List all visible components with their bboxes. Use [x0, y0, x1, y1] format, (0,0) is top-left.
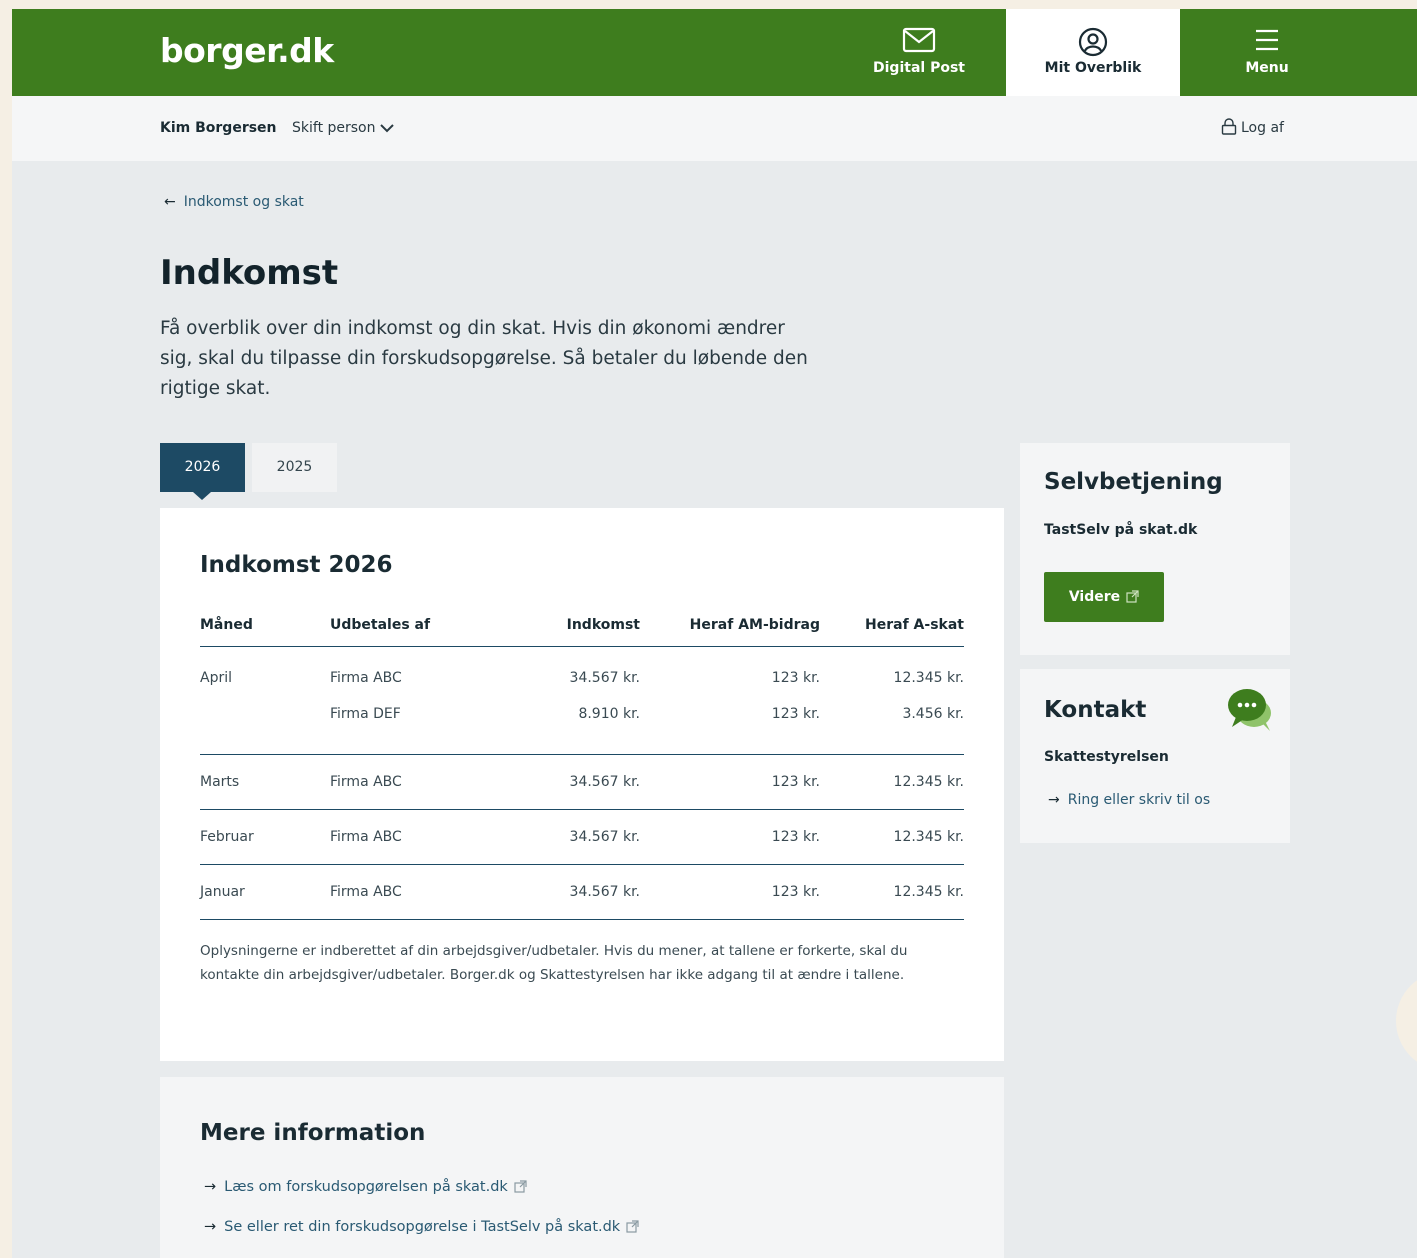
contact-link[interactable]: → Ring eller skriv til os	[1048, 792, 1210, 808]
more-info-section: Mere information → Læs om forskudsopgørel…	[160, 1077, 1004, 1258]
logout-link[interactable]: Log af	[1221, 118, 1284, 136]
cell-payer: Firma DEF	[330, 702, 530, 755]
column-header-income: Indkomst	[530, 604, 640, 647]
cell-a-skat: 3.456 kr.	[820, 702, 964, 755]
nav-digital-post-label: Digital Post	[873, 60, 965, 76]
contact-link-label: Ring eller skriv til os	[1067, 792, 1211, 808]
nav-digital-post[interactable]: Digital Post	[855, 9, 983, 96]
cell-income: 34.567 kr.	[530, 864, 640, 920]
income-card: Indkomst 2026 Måned Udbetales af Indkoms…	[160, 508, 1004, 1061]
contact-subtitle: Skattestyrelsen	[1044, 749, 1169, 765]
decorative-circle	[1396, 971, 1417, 1071]
videre-button-label: Videre	[1068, 589, 1121, 605]
cell-month: Januar	[200, 864, 330, 920]
income-table: Måned Udbetales af Indkomst Heraf AM-bid…	[200, 604, 964, 920]
income-card-title: Indkomst 2026	[200, 552, 393, 578]
switch-person-label: Skift person	[292, 120, 376, 136]
cell-a-skat: 12.345 kr.	[820, 809, 964, 865]
videre-button[interactable]: Videre	[1044, 572, 1164, 622]
logout-label: Log af	[1241, 120, 1284, 136]
cell-month	[200, 702, 330, 755]
self-service-card: Selvbetjening TastSelv på skat.dk Videre	[1020, 443, 1290, 655]
cell-month: April	[200, 670, 232, 687]
arrow-right-icon: →	[204, 1219, 217, 1235]
top-navigation-bar: borger.dk Digital Post Mit Overblik Menu	[12, 9, 1417, 106]
table-row: Januar Firma ABC 34.567 kr. 123 kr. 12.3…	[200, 864, 964, 920]
table-row: Marts Firma ABC 34.567 kr. 123 kr. 12.34…	[200, 754, 964, 810]
chevron-down-icon	[379, 124, 394, 133]
cell-month: Februar	[200, 809, 330, 865]
more-info-title: Mere information	[200, 1120, 426, 1146]
borger-dk-logo[interactable]: borger.dk	[160, 31, 334, 70]
external-link-icon	[1126, 590, 1139, 603]
tab-2025[interactable]: 2025	[252, 443, 337, 492]
nav-mit-overblik-label: Mit Overblik	[1044, 60, 1142, 76]
page: borger.dk Digital Post Mit Overblik Menu	[12, 9, 1417, 1258]
cell-a-skat: 12.345 kr.	[820, 754, 964, 810]
cell-am-bidrag: 123 kr.	[640, 702, 820, 755]
cell-payer: Firma ABC	[330, 670, 402, 687]
cell-income: 8.910 kr.	[530, 702, 640, 755]
column-header-am-bidrag: Heraf AM-bidrag	[640, 604, 820, 647]
mail-icon	[902, 27, 936, 53]
contact-card: Kontakt Skattestyrelsen → Ring eller skri…	[1020, 669, 1290, 843]
chat-bubble-icon	[1228, 689, 1271, 731]
nav-menu-label: Menu	[1245, 60, 1289, 76]
hamburger-icon	[1256, 29, 1278, 51]
user-circle-icon	[1078, 27, 1108, 57]
arrow-right-icon: →	[1048, 792, 1060, 808]
cell-am-bidrag: 123 kr.	[640, 864, 820, 920]
lock-icon	[1221, 118, 1237, 135]
cell-payer: Firma ABC	[330, 864, 530, 920]
cell-am-bidrag: 123 kr.	[771, 670, 820, 687]
contact-title: Kontakt	[1044, 697, 1147, 723]
page-title: Indkomst	[160, 253, 339, 293]
table-row: Februar Firma ABC 34.567 kr. 123 kr. 12.…	[200, 809, 964, 865]
self-service-subtitle: TastSelv på skat.dk	[1044, 522, 1198, 538]
cell-am-bidrag: 123 kr.	[640, 809, 820, 865]
back-link[interactable]: ← Indkomst og skat	[164, 194, 304, 210]
arrow-right-icon: →	[204, 1179, 217, 1195]
cell-a-skat: 12.345 kr.	[893, 670, 964, 687]
link-forskudsopgoerelse-info[interactable]: → Læs om forskudsopgørelsen på skat.dk	[204, 1179, 527, 1195]
cell-payer: Firma ABC	[330, 754, 530, 810]
table-row: Firma DEF 8.910 kr. 123 kr. 3.456 kr.	[200, 702, 964, 755]
user-bar: Kim Borgersen Skift person Log af	[12, 96, 1417, 161]
cell-am-bidrag: 123 kr.	[640, 754, 820, 810]
external-link-icon	[626, 1220, 639, 1233]
self-service-title: Selvbetjening	[1044, 469, 1223, 495]
page-intro: Få overblik over din indkomst og din ska…	[160, 318, 808, 399]
link-label: Læs om forskudsopgørelsen på skat.dk	[224, 1179, 508, 1195]
external-link-icon	[514, 1180, 527, 1193]
cell-income: 34.567 kr.	[569, 670, 640, 687]
switch-person-dropdown[interactable]: Skift person	[292, 120, 394, 136]
nav-menu[interactable]: Menu	[1202, 9, 1332, 96]
user-name: Kim Borgersen	[160, 120, 277, 136]
cell-payer: Firma ABC	[330, 809, 530, 865]
link-label: Se eller ret din forskudsopgørelse i Tas…	[224, 1219, 621, 1235]
column-header-month: Måned	[200, 604, 330, 647]
column-header-payer: Udbetales af	[330, 604, 530, 647]
link-tastselv-forskudsopgoerelse[interactable]: → Se eller ret din forskudsopgørelse i Ta…	[204, 1219, 639, 1235]
table-header-row: Måned Udbetales af Indkomst Heraf AM-bid…	[200, 604, 964, 647]
tab-2026[interactable]: 2026	[160, 443, 245, 500]
back-link-label: Indkomst og skat	[183, 194, 304, 210]
nav-mit-overblik[interactable]: Mit Overblik	[1006, 9, 1180, 106]
cell-income: 34.567 kr.	[530, 809, 640, 865]
cell-month: Marts	[200, 754, 330, 810]
arrow-left-icon: ←	[164, 194, 176, 210]
cell-income: 34.567 kr.	[530, 754, 640, 810]
table-row: April Firma ABC 34.567 kr. 123 kr. 12.34…	[200, 646, 964, 702]
income-note: Oplysningerne er indberettet af din arbe…	[200, 943, 908, 983]
column-header-a-skat: Heraf A-skat	[820, 604, 964, 647]
cell-a-skat: 12.345 kr.	[820, 864, 964, 920]
